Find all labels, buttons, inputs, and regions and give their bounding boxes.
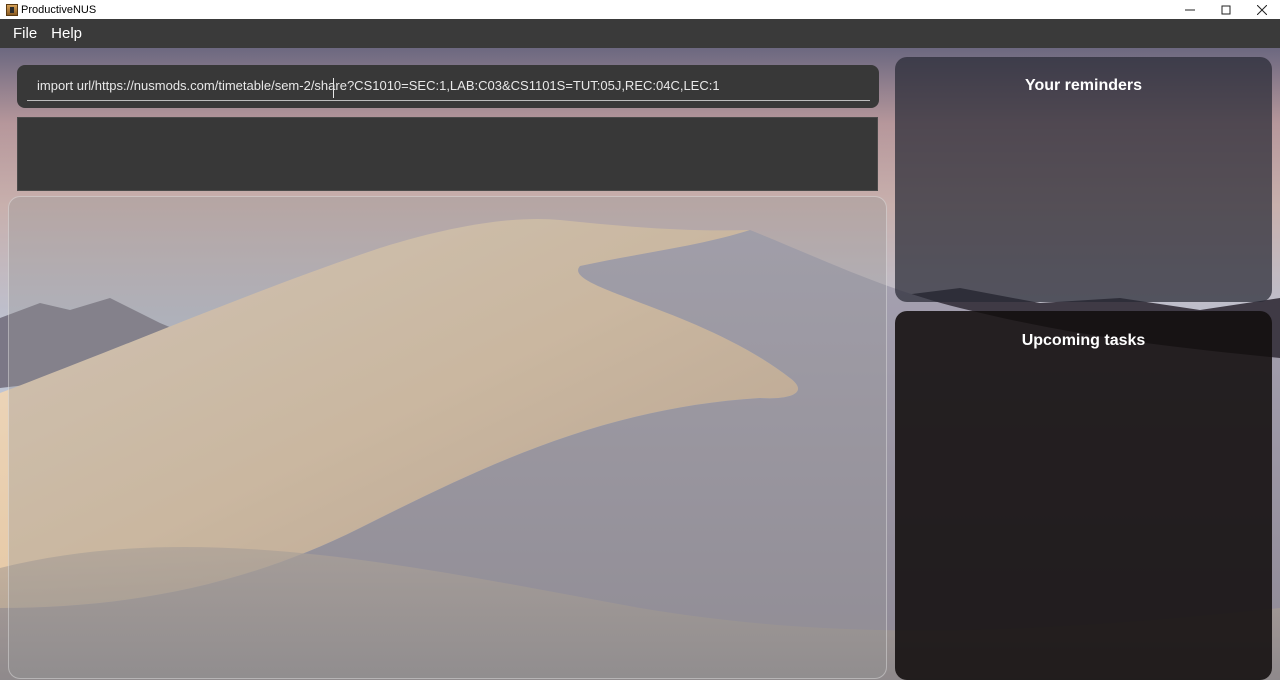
task-list-panel[interactable] [8, 196, 887, 679]
result-display [17, 117, 878, 191]
maximize-icon [1221, 5, 1231, 14]
reminders-panel: Your reminders [895, 57, 1272, 302]
upcoming-tasks-panel: Upcoming tasks [895, 311, 1272, 680]
title-bar: ProductiveNUS [0, 0, 1280, 19]
menu-help[interactable]: Help [44, 19, 89, 48]
window-title: ProductiveNUS [21, 3, 97, 16]
minimize-icon [1185, 9, 1195, 10]
command-input[interactable] [27, 71, 870, 101]
minimize-button[interactable] [1172, 0, 1208, 19]
close-button[interactable] [1244, 0, 1280, 19]
upcoming-tasks-title: Upcoming tasks [1021, 332, 1146, 349]
text-caret [333, 78, 334, 98]
menu-file[interactable]: File [6, 19, 44, 48]
menu-bar: File Help [0, 19, 1280, 48]
app-window: ProductiveNUS File Help import url/https… [0, 0, 1280, 680]
window-controls [1172, 0, 1280, 19]
close-icon [1257, 4, 1267, 15]
maximize-button[interactable] [1208, 0, 1244, 19]
app-logo-icon [6, 3, 18, 16]
reminders-title: Your reminders [1024, 77, 1143, 94]
command-box [17, 65, 879, 108]
